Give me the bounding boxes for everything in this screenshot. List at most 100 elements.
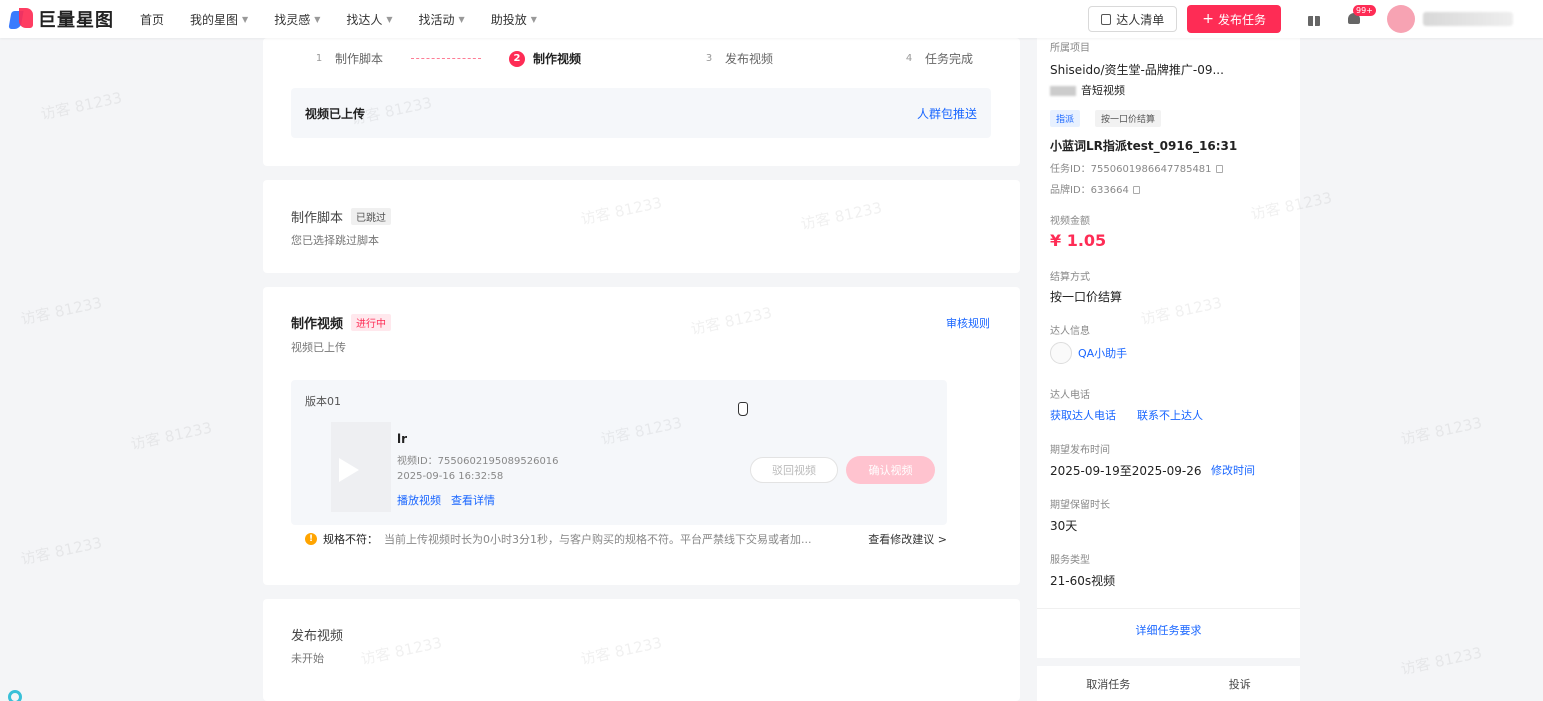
phone-label: 达人电话 bbox=[1050, 390, 1090, 401]
retain-value: 30天 bbox=[1050, 519, 1078, 533]
warning-label: 规格不符： bbox=[323, 533, 378, 546]
fixed-price-tag: 按一口价结算 bbox=[1095, 110, 1162, 127]
assistant-icon[interactable] bbox=[8, 690, 22, 701]
warning-icon: ! bbox=[305, 533, 317, 545]
reject-video-button[interactable]: 驳回视频 bbox=[750, 457, 838, 483]
content-type: 音短视频 bbox=[1050, 82, 1125, 98]
spec-warning: ! 规格不符： 当前上传视频时长为0小时3分1秒，与客户购买的规格不符。平台严禁… bbox=[291, 525, 947, 553]
logo-text: 巨量星图 bbox=[38, 10, 114, 31]
service-value: 21-60s视频 bbox=[1050, 574, 1116, 588]
review-rules-link[interactable]: 审核规则 bbox=[946, 315, 990, 331]
script-title: 制作脚本 已跳过 bbox=[291, 207, 392, 226]
brand-id: 品牌ID：633664 bbox=[1050, 181, 1140, 196]
progress-card: 1 制作脚本 2 制作视频 3 发布视频 4 任务完成 视频已上传 人群包推送 bbox=[263, 38, 1020, 166]
watermark: 访客 81233 bbox=[19, 533, 104, 569]
warning-text: 当前上传视频时长为0小时3分1秒，与客户购买的规格不符。平台严禁线下交易或者加.… bbox=[384, 533, 812, 546]
list-icon bbox=[1101, 13, 1112, 25]
play-icon[interactable] bbox=[339, 458, 359, 482]
upload-status: 视频已上传 bbox=[305, 107, 366, 121]
nav-item-my-xingtu[interactable]: 我的星图 ▼ bbox=[190, 11, 248, 28]
talent-name: QA小助手 bbox=[1078, 347, 1128, 360]
retain-label: 期望保留时长 bbox=[1050, 500, 1110, 511]
notification-badge: 99+ bbox=[1353, 5, 1376, 16]
in-progress-badge: 进行中 bbox=[351, 314, 392, 331]
step-video: 2 制作视频 bbox=[509, 50, 581, 67]
complain-button[interactable]: 投诉 bbox=[1229, 676, 1251, 692]
watermark: 访客 81233 bbox=[129, 418, 214, 454]
confirm-video-button[interactable]: 确认视频 bbox=[846, 456, 935, 484]
assign-tag: 指派 bbox=[1050, 110, 1081, 127]
project-label: 所属项目 bbox=[1050, 43, 1090, 54]
publish-time-value: 2025-09-19至2025-09-26 bbox=[1050, 464, 1202, 478]
step-indicator: 1 制作脚本 2 制作视频 3 发布视频 4 任务完成 bbox=[311, 50, 973, 67]
step-connector bbox=[411, 58, 482, 59]
play-video-link[interactable]: 播放视频 bbox=[397, 492, 441, 508]
script-desc: 您已选择跳过脚本 bbox=[291, 234, 379, 247]
talent-info[interactable]: QA小助手 bbox=[1050, 342, 1127, 364]
video-name: lr bbox=[397, 432, 408, 446]
task-actions: 取消任务 投诉 bbox=[1037, 666, 1300, 701]
skipped-badge: 已跳过 bbox=[351, 208, 392, 225]
talent-list-button[interactable]: 达人清单 bbox=[1088, 6, 1178, 32]
pointer-cursor-icon bbox=[738, 402, 748, 416]
project-value: Shiseido/资生堂-品牌推广-09... bbox=[1050, 63, 1224, 77]
user-name-blurred[interactable] bbox=[1423, 12, 1513, 26]
top-right-actions: 达人清单 + 发布任务 99+ bbox=[1088, 0, 1543, 38]
nav-item-ad-boost[interactable]: 助投放 ▼ bbox=[491, 11, 537, 28]
nav-item-inspiration[interactable]: 找灵感 ▼ bbox=[274, 11, 320, 28]
unreachable-link[interactable]: 联系不上达人 bbox=[1137, 407, 1203, 423]
modify-time-link[interactable]: 修改时间 bbox=[1211, 462, 1255, 478]
publish-desc: 未开始 bbox=[291, 652, 324, 665]
chevron-down-icon: ▼ bbox=[530, 14, 537, 24]
version-label: 版本01 bbox=[305, 395, 341, 408]
logo[interactable]: 巨量星图 bbox=[8, 6, 125, 32]
blurred-text bbox=[1050, 86, 1076, 96]
avatar[interactable] bbox=[1387, 5, 1415, 33]
step-complete: 4 任务完成 bbox=[905, 52, 974, 66]
gift-icon[interactable] bbox=[1307, 12, 1321, 26]
video-id: 视频ID：7550602195089526016 bbox=[397, 456, 559, 467]
watermark: 访客 81233 bbox=[39, 88, 124, 124]
plus-icon: + bbox=[1202, 11, 1214, 27]
version-box: 版本01 lr 视频ID：7550602195089526016 2025-09… bbox=[291, 380, 947, 525]
get-phone-link[interactable]: 获取达人电话 bbox=[1050, 407, 1116, 423]
video-time: 2025-09-16 16:32:58 bbox=[397, 471, 504, 482]
audience-push-link[interactable]: 人群包推送 bbox=[917, 105, 977, 122]
upload-status-bar: 视频已上传 人群包推送 bbox=[291, 88, 991, 138]
task-info-panel: 所属项目 Shiseido/资生堂-品牌推广-09... 音短视频 指派 按一口… bbox=[1037, 38, 1300, 658]
watermark: 访客 81233 bbox=[1399, 643, 1484, 679]
chevron-down-icon: ▼ bbox=[314, 14, 321, 24]
service-label: 服务类型 bbox=[1050, 555, 1090, 566]
copy-icon[interactable] bbox=[1215, 165, 1223, 173]
amount-value: ¥ 1.05 bbox=[1050, 231, 1107, 250]
publish-task-button[interactable]: + 发布任务 bbox=[1187, 5, 1281, 33]
video-title: 制作视频 进行中 bbox=[291, 313, 392, 332]
talent-avatar bbox=[1050, 342, 1072, 364]
cancel-task-button[interactable]: 取消任务 bbox=[1086, 676, 1130, 692]
nav-item-find-talent[interactable]: 找达人 ▼ bbox=[346, 11, 392, 28]
publish-time-label: 期望发布时间 bbox=[1050, 445, 1110, 456]
step-publish: 3 发布视频 bbox=[705, 52, 774, 66]
main-nav: 首页 我的星图 ▼ 找灵感 ▼ 找达人 ▼ 找活动 ▼ 助投放 ▼ bbox=[140, 11, 563, 28]
top-navigation: 巨量星图 首页 我的星图 ▼ 找灵感 ▼ 找达人 ▼ 找活动 ▼ 助投放 ▼ 达人清单 +… bbox=[0, 0, 1543, 38]
amount-label: 视频金额 bbox=[1050, 216, 1090, 227]
script-card: 制作脚本 已跳过 您已选择跳过脚本 bbox=[263, 180, 1020, 273]
talent-label: 达人信息 bbox=[1050, 326, 1090, 337]
divider bbox=[1037, 608, 1300, 609]
bell-icon[interactable]: 99+ bbox=[1347, 5, 1376, 27]
task-id: 任务ID：7550601986647785481 bbox=[1050, 160, 1223, 175]
video-actions: 播放视频 查看详情 bbox=[397, 492, 505, 508]
step-script: 1 制作脚本 bbox=[315, 52, 384, 66]
chevron-down-icon: ▼ bbox=[242, 14, 249, 24]
copy-icon[interactable] bbox=[1132, 186, 1140, 194]
view-details-link[interactable]: 查看详情 bbox=[451, 492, 495, 508]
watermark: 访客 81233 bbox=[1399, 413, 1484, 449]
nav-item-activities[interactable]: 找活动 ▼ bbox=[419, 11, 465, 28]
task-name: 小蓝词LR指派test_0916_16:31 bbox=[1050, 139, 1238, 153]
nav-item-home[interactable]: 首页 bbox=[140, 11, 164, 28]
view-suggestion-link[interactable]: 查看修改建议 > bbox=[868, 531, 947, 547]
video-desc: 视频已上传 bbox=[291, 341, 346, 354]
chevron-down-icon: ▼ bbox=[386, 14, 393, 24]
task-requirements-link[interactable]: 详细任务要求 bbox=[1037, 622, 1300, 638]
settle-label: 结算方式 bbox=[1050, 272, 1090, 283]
